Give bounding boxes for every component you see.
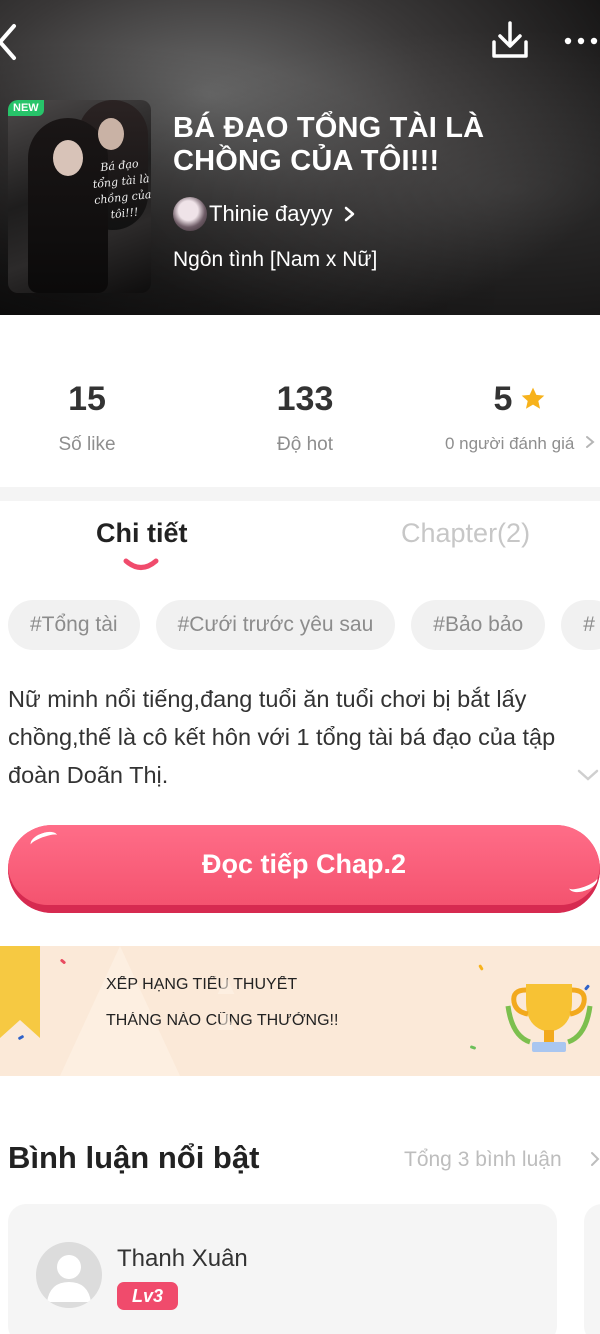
tag-chip[interactable]: #Tổng tài bbox=[8, 600, 140, 650]
download-button[interactable] bbox=[490, 20, 530, 62]
hot-count: 133 bbox=[276, 380, 334, 418]
likes-label: Số like bbox=[58, 434, 116, 455]
more-dots-icon bbox=[564, 37, 598, 45]
expand-chevron-icon[interactable] bbox=[576, 768, 600, 782]
book-description: Nữ minh nổi tiếng,đang tuổi ăn tuổi chơi… bbox=[8, 686, 556, 788]
stats-panel: 15 Số like 133 Độ hot 5 0 người đánh giá bbox=[0, 315, 600, 487]
chevron-right-icon bbox=[591, 1152, 600, 1166]
section-divider bbox=[0, 487, 600, 501]
new-badge: NEW bbox=[8, 100, 44, 116]
hot-label: Độ hot bbox=[277, 434, 333, 455]
book-genre: Ngôn tình [Nam x Nữ] bbox=[173, 248, 378, 271]
chevron-right-icon bbox=[586, 436, 595, 448]
active-tab-indicator bbox=[123, 558, 159, 570]
cover-title-script: Bá đạo tổng tài là chồng của tôi!!! bbox=[92, 157, 151, 222]
tab-chapter[interactable]: Chapter(2) bbox=[401, 518, 530, 549]
ribbon-decoration bbox=[0, 946, 40, 1038]
author-avatar bbox=[173, 197, 207, 231]
comments-section-title: Bình luận nổi bật bbox=[8, 1140, 260, 1175]
continue-reading-label: Đọc tiếp Chap.2 bbox=[201, 849, 407, 879]
comment-card[interactable] bbox=[584, 1204, 600, 1334]
book-cover[interactable]: Bá đạo tổng tài là chồng của tôi!!! bbox=[8, 100, 151, 293]
star-icon bbox=[522, 387, 545, 409]
tab-detail[interactable]: Chi tiết bbox=[96, 518, 188, 549]
trophy-icon bbox=[505, 984, 593, 1052]
more-options-button[interactable] bbox=[560, 24, 600, 58]
rating-count-label: 0 người đánh giá bbox=[444, 434, 575, 453]
ranking-banner[interactable] bbox=[0, 946, 600, 1076]
back-button[interactable] bbox=[0, 20, 32, 64]
tag-list: #Tổng tài #Cưới trước yêu sau #Bảo bảo # bbox=[8, 600, 600, 650]
comments-total-link[interactable]: Tổng 3 bình luận bbox=[404, 1148, 562, 1172]
rating-value: 5 bbox=[493, 380, 513, 418]
tag-chip[interactable]: #Cưới trước yêu sau bbox=[155, 600, 396, 650]
tag-chip[interactable]: # bbox=[561, 600, 600, 650]
book-header: Bá đạo tổng tài là chồng của tôi!!! NEW … bbox=[0, 0, 600, 315]
continue-reading-button[interactable]: Đọc tiếp Chap.2 bbox=[8, 825, 600, 913]
likes-stat: 15 Số like bbox=[0, 379, 187, 456]
tag-chip[interactable]: #Bảo bảo bbox=[411, 600, 546, 650]
banner-subheadline: THÁNG NÀO CŨNG THƯỞNG!! bbox=[106, 1012, 339, 1030]
level-badge: Lv3 bbox=[117, 1282, 178, 1310]
book-title: BÁ ĐẠO TỔNG TÀI LÀ CHỒNG CỦA TÔI!!! bbox=[173, 112, 485, 177]
default-avatar-icon bbox=[47, 1255, 91, 1302]
rating-stat[interactable]: 5 0 người đánh giá bbox=[420, 379, 600, 454]
hot-stat: 133 Độ hot bbox=[205, 379, 405, 456]
author-name: Thinie đayyy bbox=[209, 201, 333, 226]
cover-face bbox=[98, 118, 124, 150]
chevron-right-icon bbox=[344, 206, 354, 222]
download-icon bbox=[492, 21, 528, 58]
comment-username[interactable]: Thanh Xuân bbox=[117, 1245, 248, 1273]
avatar[interactable] bbox=[36, 1242, 102, 1308]
cover-face bbox=[53, 140, 83, 176]
banner-headline: XẾP HẠNG TIỂU THUYẾT bbox=[106, 976, 298, 994]
author-link[interactable]: Thinie đayyy bbox=[173, 195, 357, 233]
likes-count: 15 bbox=[68, 380, 106, 418]
back-arrow-icon bbox=[0, 24, 16, 60]
